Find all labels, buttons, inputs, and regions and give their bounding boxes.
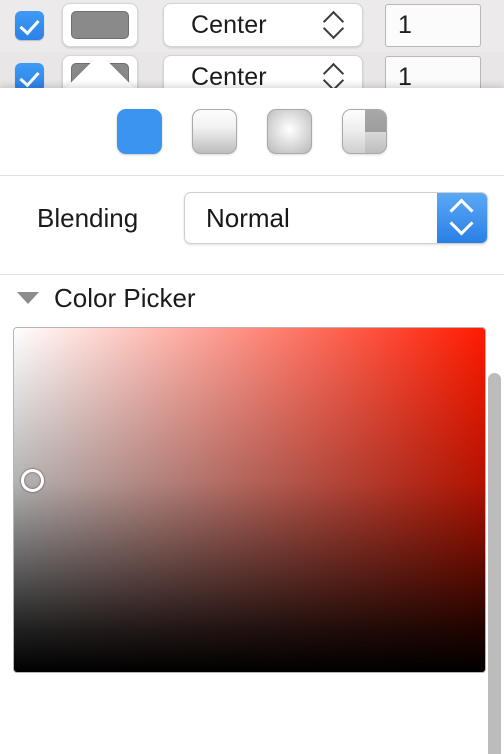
- alignment-popup-button[interactable]: Center: [163, 3, 363, 47]
- alignment-value: Center: [191, 10, 267, 39]
- fill-type-linear-gradient-button[interactable]: [192, 109, 237, 154]
- chevron-updown-icon: [322, 10, 345, 40]
- blur-value: 1: [398, 10, 412, 39]
- triangle-down-icon[interactable]: [17, 292, 39, 304]
- brightness-layer: [14, 328, 485, 672]
- fill-type-advanced-gradient-button[interactable]: [342, 109, 387, 154]
- color-picker-popover-screen: Center 1 Center 1 Blending Normal Color …: [0, 0, 504, 754]
- blending-row: Blending Normal: [0, 176, 504, 260]
- fill-type-segmented-control: [0, 88, 504, 175]
- inspector-row: Center 1: [0, 0, 504, 50]
- blending-stepper-icon[interactable]: [437, 193, 487, 243]
- color-picker-section-header[interactable]: Color Picker: [0, 276, 504, 320]
- fill-type-solid-button[interactable]: [117, 109, 162, 154]
- shadow-color-well[interactable]: [62, 3, 138, 47]
- fill-type-radial-gradient-button[interactable]: [267, 109, 312, 154]
- popover-arrow: [62, 60, 138, 90]
- blending-label: Blending: [37, 202, 139, 233]
- color-gradient-field[interactable]: [13, 327, 486, 673]
- blur-number-field[interactable]: 1: [385, 3, 481, 47]
- shadow-enable-checkbox[interactable]: [15, 10, 44, 40]
- fill-popover: Blending Normal Color Picker: [0, 88, 504, 754]
- blending-value: Normal: [206, 202, 290, 233]
- color-picker-title: Color Picker: [54, 282, 196, 313]
- popover-scrollbar[interactable]: [488, 373, 501, 754]
- color-selection-cursor[interactable]: [21, 469, 44, 492]
- divider: [0, 274, 504, 275]
- blending-popup-button[interactable]: Normal: [184, 192, 488, 244]
